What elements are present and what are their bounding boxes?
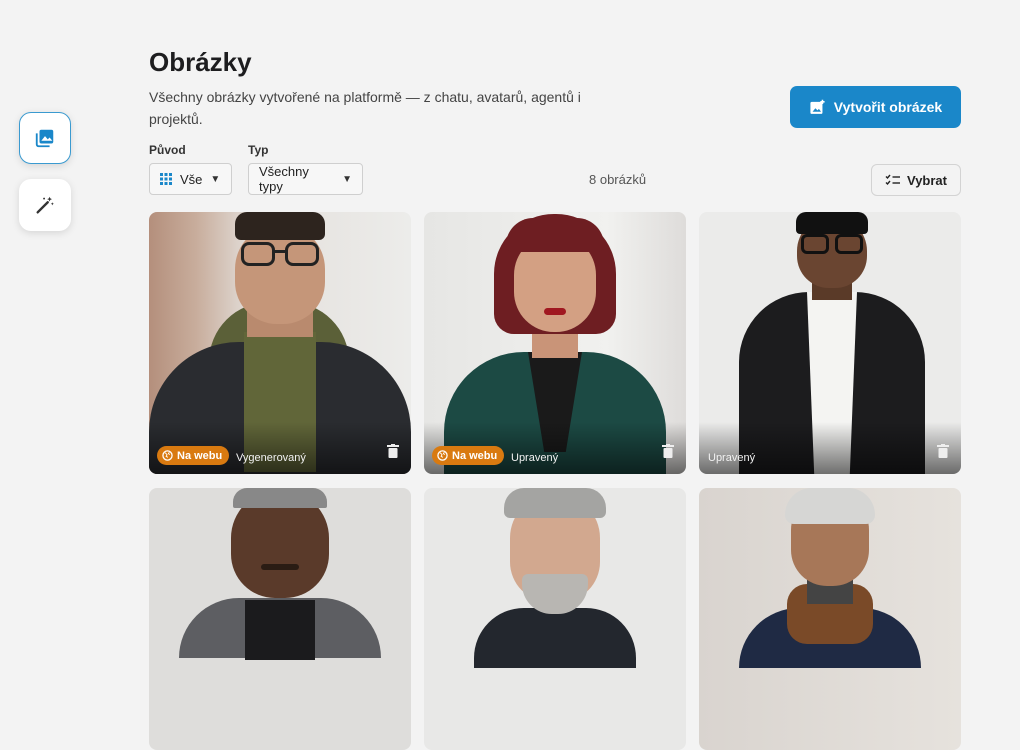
image-count: 8 obrázků xyxy=(589,172,647,187)
add-image-icon xyxy=(810,99,825,114)
image-gallery-icon xyxy=(35,129,54,148)
create-image-button[interactable]: Vytvořit obrázek xyxy=(790,86,961,128)
image-status: Upravený xyxy=(708,452,756,464)
image-status: Upravený xyxy=(511,452,559,464)
trash-icon[interactable] xyxy=(937,444,949,458)
select-button[interactable]: Vybrat xyxy=(871,164,961,196)
grid-icon xyxy=(160,173,172,185)
published-badge: Na webu xyxy=(432,446,505,465)
badge-label: Na webu xyxy=(452,449,498,462)
checklist-icon xyxy=(885,174,900,186)
image-card[interactable]: Na webu Upravený xyxy=(424,212,686,474)
image-card[interactable] xyxy=(149,488,411,750)
select-button-label: Vybrat xyxy=(907,172,947,188)
rail-images-button[interactable] xyxy=(19,112,71,164)
trash-icon[interactable] xyxy=(387,444,399,458)
image-card[interactable] xyxy=(699,488,961,750)
chevron-down-icon: ▼ xyxy=(342,173,352,185)
type-filter-select[interactable]: Všechny typy ▼ xyxy=(248,163,363,195)
type-filter-label: Typ xyxy=(248,143,269,157)
published-badge: Na webu xyxy=(157,446,230,465)
globe-icon xyxy=(162,450,173,461)
origin-filter-label: Původ xyxy=(149,143,186,157)
create-image-label: Vytvořit obrázek xyxy=(833,99,943,115)
image-card[interactable] xyxy=(424,488,686,750)
image-card[interactable]: Upravený xyxy=(699,212,961,474)
image-card[interactable]: Na webu Vygenerovaný xyxy=(149,212,411,474)
magic-wand-icon xyxy=(36,196,54,214)
image-status: Vygenerovaný xyxy=(236,452,306,464)
image-thumbnail xyxy=(149,488,411,750)
image-thumbnail xyxy=(699,488,961,750)
badge-label: Na webu xyxy=(177,449,223,462)
origin-filter-value: Vše xyxy=(180,171,203,187)
type-filter-value: Všechny typy xyxy=(259,164,309,194)
rail-magic-button[interactable] xyxy=(19,179,71,231)
image-thumbnail xyxy=(424,488,686,750)
origin-filter-select[interactable]: Vše ▼ xyxy=(149,163,232,195)
page-title: Obrázky xyxy=(149,47,252,77)
chevron-down-icon: ▼ xyxy=(210,173,221,185)
globe-icon xyxy=(437,450,448,461)
page-description: Všechny obrázky vytvořené na platformě —… xyxy=(149,89,581,127)
trash-icon[interactable] xyxy=(662,444,674,458)
